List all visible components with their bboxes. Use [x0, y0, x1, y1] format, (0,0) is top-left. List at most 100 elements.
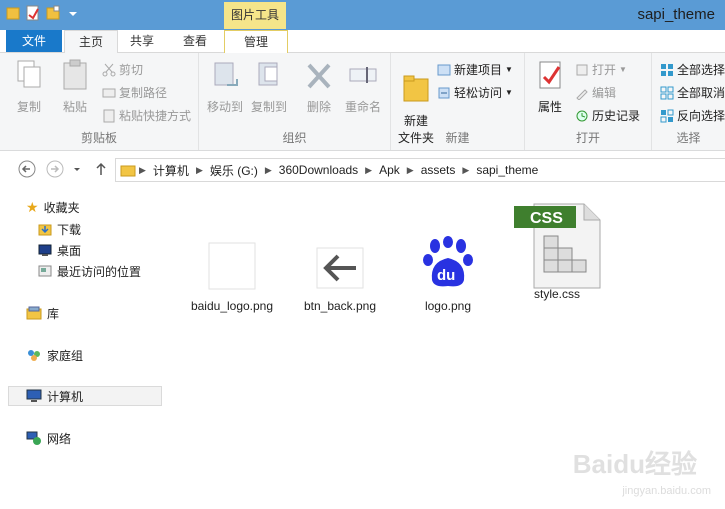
file-name: btn_back.png [303, 299, 377, 313]
tab-share[interactable]: 共享 [118, 30, 166, 52]
open-group-label: 打开 [575, 131, 600, 145]
baidu-watermark: Baidu经验 [572, 449, 697, 479]
file-name: baidu_logo.png [190, 299, 274, 313]
picture-tools-context-tab: 图片工具 [224, 2, 286, 29]
new-folder-icon[interactable] [46, 5, 60, 21]
sidebar-item-network[interactable]: 网络 [26, 428, 71, 448]
breadcrumb-separator: ▶ [462, 164, 470, 175]
open-button[interactable]: 打开 ▼ [575, 61, 627, 78]
new-item-icon [437, 64, 451, 75]
copy-to-button[interactable]: 复制到 [249, 59, 289, 115]
new-group-label: 新建 [445, 131, 470, 145]
sidebar-item-computer[interactable]: 计算机 [8, 386, 162, 406]
recent-locations-chevron-icon[interactable] [72, 160, 82, 178]
paste-shortcut-icon [103, 109, 115, 122]
homegroup-icon [28, 350, 40, 361]
chevron-down-icon: ▼ [505, 65, 513, 74]
image-file-icon [208, 242, 256, 290]
breadcrumb-separator: ▶ [195, 164, 203, 175]
tab-home[interactable]: 主页 [64, 30, 118, 54]
downloads-folder-icon [38, 224, 52, 236]
organize-group-label: 组织 [282, 131, 307, 145]
move-to-button[interactable]: 移动到 [205, 59, 245, 115]
easy-access-button[interactable]: 轻松访问 ▼ [437, 84, 513, 101]
paste-shortcut-button[interactable]: 粘贴快捷方式 [102, 107, 191, 124]
invert-selection-button[interactable]: 反向选择 [660, 107, 725, 124]
sidebar-item-homegroup[interactable]: 家庭组 [26, 345, 83, 365]
properties-icon[interactable] [26, 5, 40, 21]
select-none-icon [660, 86, 674, 99]
edit-button[interactable]: 编辑 [575, 84, 616, 101]
network-icon [26, 431, 41, 445]
rename-button[interactable]: 重命名 [341, 59, 385, 115]
group-open: 属性 打开 ▼ 编辑 历史记录 打开 [525, 53, 652, 150]
navigation-pane: ★ 收藏夹 下载 桌面 最近访问的位置 库 家庭组 计算机 网络 [0, 190, 165, 509]
file-name: logo.png [424, 299, 472, 313]
chevron-down-icon: ▼ [505, 88, 513, 97]
breadcrumb-assets[interactable]: assets [417, 163, 460, 177]
group-organize: 移动到 复制到 删除 重命名 组织 [199, 53, 391, 150]
new-item-button[interactable]: 新建项目 ▼ [437, 61, 513, 78]
select-all-icon [661, 63, 673, 76]
cut-button[interactable]: 剪切 [102, 61, 143, 78]
group-select: 全部选择 全部取消 反向选择 选择 [652, 53, 725, 150]
computer-icon [26, 389, 42, 402]
copy-path-icon [102, 88, 116, 97]
scissors-icon [102, 63, 116, 76]
address-bar-row: ▶ 计算机 ▶ 娱乐 (G:) ▶ 360Downloads ▶ Apk ▶ a… [0, 152, 725, 186]
tab-manage[interactable]: 管理 [224, 30, 288, 54]
svg-text:CSS: CSS [530, 210, 563, 227]
back-arrow-icon[interactable] [18, 160, 36, 178]
sidebar-item-downloads[interactable]: 下载 [38, 219, 81, 239]
breadcrumb-separator: ▶ [365, 164, 373, 175]
group-new: 新建 文件夹 新建项目 ▼ 轻松访问 ▼ 新建 [391, 53, 525, 150]
chevron-down-icon: ▼ [619, 65, 627, 74]
copy-icon [17, 60, 41, 88]
copy-path-button[interactable]: 复制路径 [102, 84, 167, 101]
breadcrumb-separator: ▶ [139, 164, 146, 175]
copy-button[interactable]: 复制 [10, 59, 48, 115]
tab-file[interactable]: 文件 [6, 30, 62, 52]
title-bar: 图片工具 sapi_theme [0, 0, 725, 30]
folder-icon [6, 7, 20, 20]
tab-view[interactable]: 查看 [170, 30, 220, 52]
breadcrumb-apk[interactable]: Apk [375, 163, 404, 177]
breadcrumb-sapi-theme[interactable]: sapi_theme [472, 163, 542, 177]
file-item[interactable]: CSS style.css [509, 200, 605, 301]
breadcrumb-drive-g[interactable]: 娱乐 (G:) [206, 162, 262, 179]
properties-button[interactable]: 属性 [531, 59, 569, 115]
select-all-button[interactable]: 全部选择 [660, 61, 725, 78]
group-clipboard: 复制 粘贴 剪切 复制路径 粘贴快捷方式 剪贴板 [0, 53, 199, 150]
select-group-label: 选择 [676, 131, 701, 145]
address-bar[interactable]: ▶ 计算机 ▶ 娱乐 (G:) ▶ 360Downloads ▶ Apk ▶ a… [115, 158, 725, 182]
copy-to-icon [258, 62, 278, 86]
customize-qat-icon[interactable] [66, 5, 80, 21]
file-item[interactable]: baidu_logo.png [187, 242, 277, 313]
up-arrow-icon[interactable] [94, 160, 108, 178]
properties-icon [539, 61, 561, 89]
sidebar-item-recent[interactable]: 最近访问的位置 [38, 261, 141, 281]
forward-arrow-icon[interactable] [46, 160, 64, 178]
clipboard-group-label: 剪贴板 [80, 131, 117, 145]
library-icon [26, 306, 42, 320]
move-to-icon [214, 62, 238, 86]
file-item[interactable]: btn_back.png [295, 242, 385, 313]
select-none-button[interactable]: 全部取消 [660, 84, 725, 101]
sidebar-item-desktop[interactable]: 桌面 [38, 240, 81, 260]
sidebar-item-library[interactable]: 库 [26, 303, 59, 323]
history-button[interactable]: 历史记录 [575, 107, 640, 124]
folder-icon [403, 75, 429, 102]
breadcrumb-separator: ▶ [264, 164, 272, 175]
ribbon-tabs: 文件 主页 共享 查看 管理 [0, 30, 725, 54]
sidebar-item-favorites[interactable]: ★ 收藏夹 [26, 197, 80, 217]
svg-text:du: du [437, 267, 455, 284]
delete-x-icon [307, 63, 331, 89]
easy-access-icon [438, 87, 450, 98]
delete-button[interactable]: 删除 [299, 59, 339, 115]
paste-button[interactable]: 粘贴 [56, 59, 94, 115]
history-icon [576, 110, 588, 121]
breadcrumb-360downloads[interactable]: 360Downloads [275, 163, 362, 177]
breadcrumb-separator: ▶ [406, 164, 414, 175]
file-item[interactable]: du logo.png [403, 236, 493, 313]
breadcrumb-computer[interactable]: 计算机 [149, 162, 193, 179]
